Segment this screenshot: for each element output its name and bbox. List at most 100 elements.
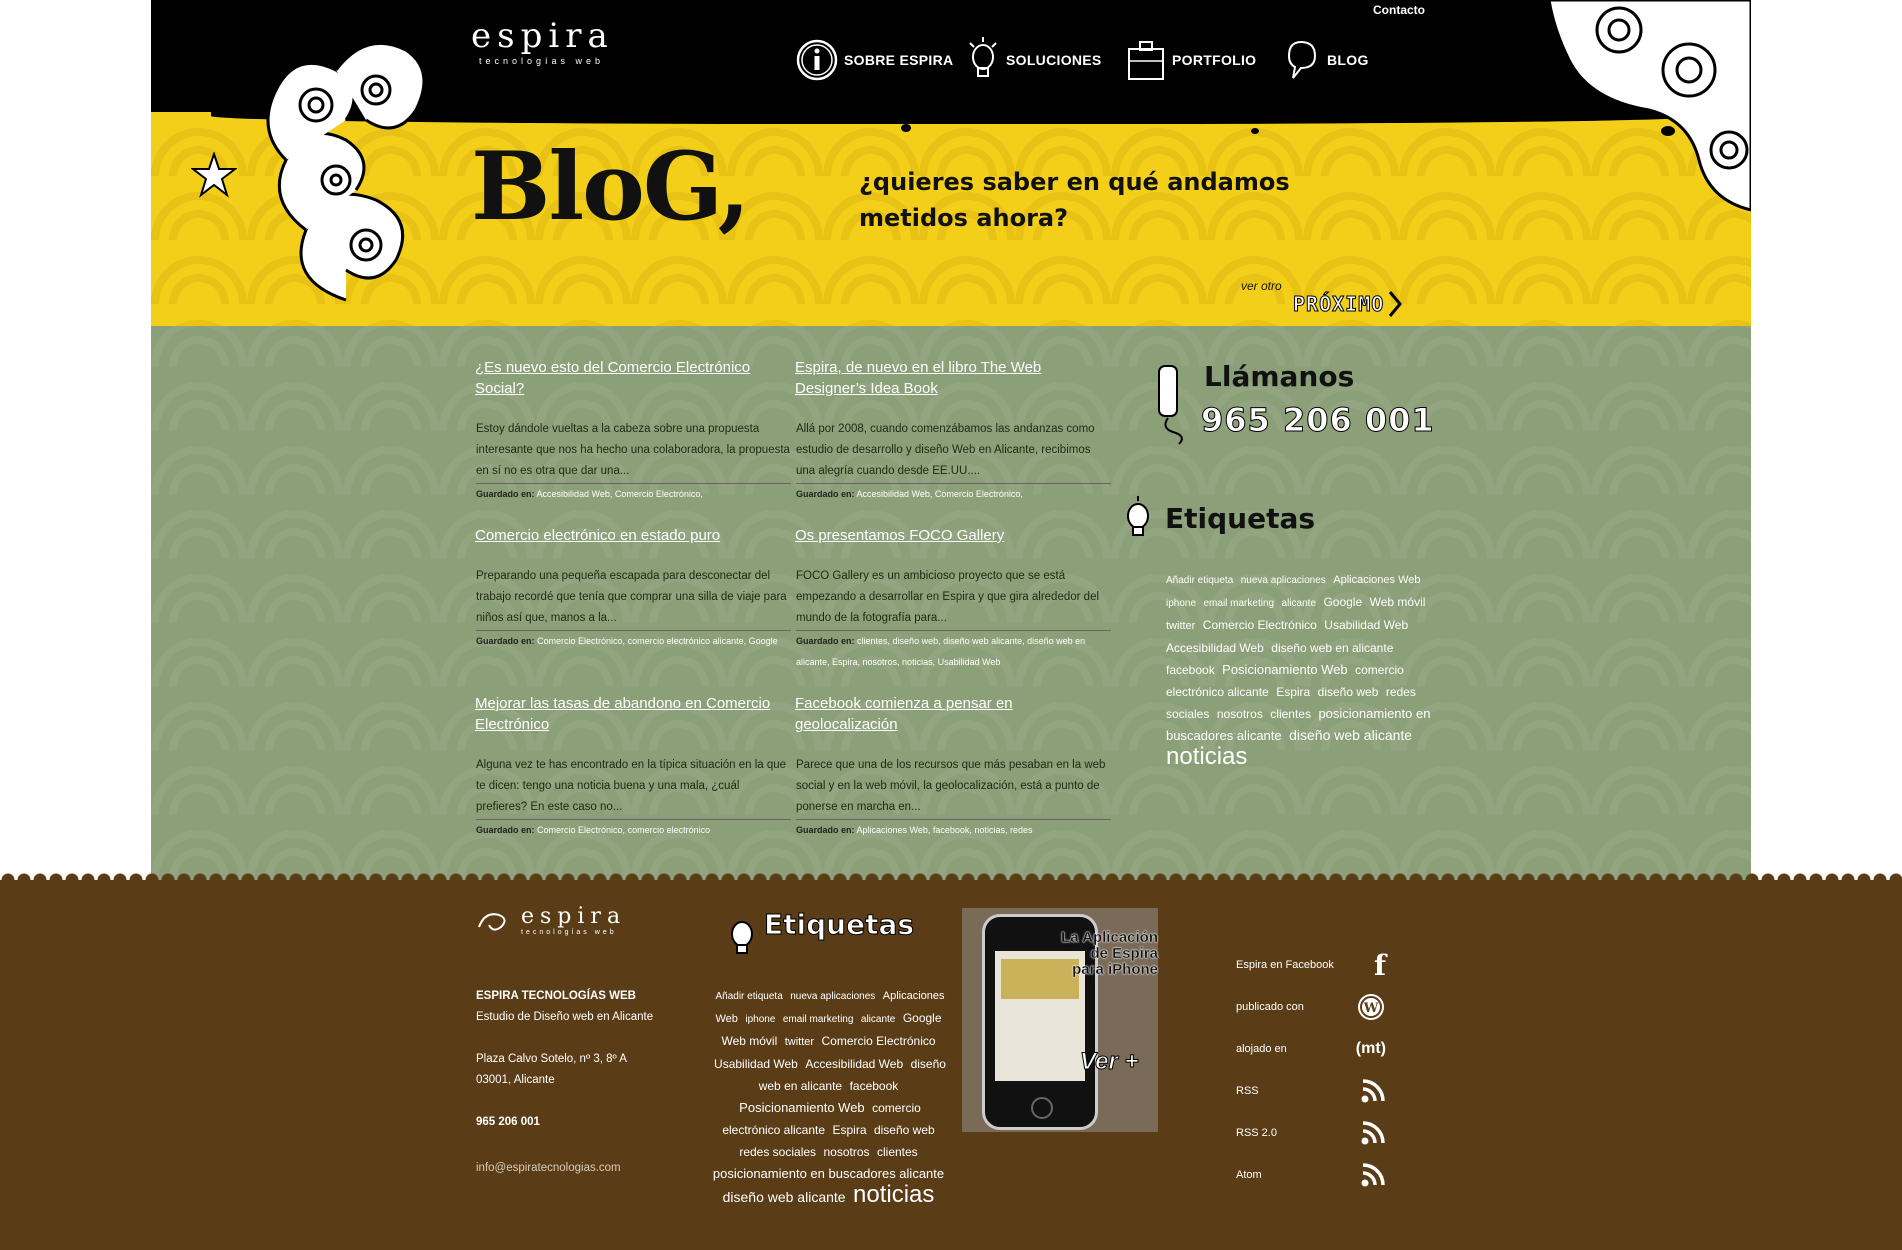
social-atom[interactable]: Atom bbox=[1236, 1155, 1386, 1195]
iphone-home-button bbox=[1031, 1097, 1053, 1119]
tags-label: Guardado en: bbox=[796, 489, 855, 499]
tag-links[interactable]: Comercio Electrónico, comercio electróni… bbox=[537, 636, 778, 646]
tags-label: Guardado en: bbox=[796, 825, 855, 835]
post-title-link[interactable]: Comercio electrónico en estado puro bbox=[475, 525, 785, 546]
post-title-link[interactable]: Espira, de nuevo en el libro The Web Des… bbox=[795, 357, 1105, 399]
tag-link[interactable]: diseño web bbox=[874, 1123, 935, 1137]
nav-sobre-espira[interactable]: SOBRE ESPIRA bbox=[796, 39, 954, 81]
tag-link[interactable]: alicante bbox=[861, 1014, 895, 1025]
post-excerpt: Parece que una de los recursos que más p… bbox=[796, 759, 1106, 813]
nav-label: SOBRE ESPIRA bbox=[844, 52, 954, 68]
post-tags: Guardado en: Comercio Electrónico, comer… bbox=[476, 630, 791, 652]
logo-sub: tecnologías web bbox=[479, 56, 605, 66]
post-excerpt: Preparando una pequeña escapada para des… bbox=[476, 570, 787, 624]
post-title-link[interactable]: ¿Es nuevo esto del Comercio Electrónico … bbox=[475, 357, 785, 399]
tag-link[interactable]: Espira bbox=[833, 1123, 867, 1137]
tag-link[interactable]: Posicionamiento Web bbox=[739, 1100, 865, 1115]
tag-link[interactable]: redes sociales bbox=[739, 1145, 816, 1159]
tag-link[interactable]: diseño web en alicante bbox=[1271, 641, 1393, 655]
tag-link[interactable]: Posicionamiento Web bbox=[1222, 662, 1348, 677]
social-wordpress[interactable]: publicado con W bbox=[1236, 987, 1386, 1027]
app-promo-line: La Aplicación bbox=[1061, 929, 1158, 946]
social-label: RSS 2.0 bbox=[1236, 1127, 1277, 1139]
tag-link[interactable]: iphone bbox=[1166, 598, 1196, 609]
lightbulb-icon bbox=[1127, 496, 1149, 536]
lightbulb-icon bbox=[731, 921, 753, 954]
nav-portfolio[interactable]: PORTFOLIO bbox=[1126, 40, 1256, 80]
post-excerpt: Alguna vez te has encontrado en la típic… bbox=[476, 759, 787, 813]
post-title-link[interactable]: Os presentamos FOCO Gallery bbox=[795, 525, 1105, 546]
tag-link[interactable]: diseño web alicante bbox=[1289, 727, 1412, 743]
tag-link[interactable]: clientes bbox=[1270, 707, 1311, 721]
sidebar-tags-title: Etiquetas bbox=[1165, 502, 1316, 535]
tag-link[interactable]: posicionamiento en buscadores alicante bbox=[713, 1166, 944, 1181]
tag-link[interactable]: diseño web alicante bbox=[723, 1189, 846, 1205]
post-title-link[interactable]: Mejorar las tasas de abandono en Comerci… bbox=[475, 693, 785, 735]
footer-address-2: 03001, Alicante bbox=[476, 1074, 555, 1086]
footer-logo[interactable]: espira tecnologías web bbox=[475, 904, 626, 936]
info-icon bbox=[796, 39, 838, 81]
social-label: alojado en bbox=[1236, 1043, 1287, 1055]
tag-link[interactable]: email marketing bbox=[1203, 598, 1274, 609]
tag-link[interactable]: alicante bbox=[1282, 598, 1316, 609]
tag-link[interactable]: Google bbox=[1323, 595, 1362, 609]
grunge-spot bbox=[901, 124, 911, 132]
social-rss[interactable]: RSS bbox=[1236, 1071, 1386, 1111]
tag-link[interactable]: nueva aplicaciones bbox=[1241, 575, 1326, 586]
tag-link[interactable]: Usabilidad Web bbox=[1324, 618, 1408, 632]
tags-label: Guardado en: bbox=[476, 489, 535, 499]
tag-link[interactable]: nosotros bbox=[824, 1145, 870, 1159]
tag-link[interactable]: noticias bbox=[1166, 743, 1247, 770]
tag-link[interactable]: diseño web bbox=[1318, 685, 1379, 699]
tag-link[interactable]: Comercio Electrónico bbox=[1203, 618, 1317, 632]
footer-email-link[interactable]: info@espiratecnologias.com bbox=[476, 1162, 621, 1174]
tag-links[interactable]: Aplicaciones Web, facebook, noticias, re… bbox=[857, 825, 1033, 835]
social-label: publicado con bbox=[1236, 1001, 1304, 1013]
next-post-link[interactable]: PRÓXIMO bbox=[1292, 290, 1403, 318]
tag-link[interactable]: Añadir etiqueta bbox=[715, 991, 782, 1002]
footer-logo-sub: tecnologías web bbox=[521, 929, 617, 936]
tag-link[interactable]: Google bbox=[903, 1011, 942, 1025]
phone-icon bbox=[1158, 365, 1183, 445]
swirl-decoration bbox=[266, 41, 426, 302]
tag-link[interactable]: Aplicaciones Web bbox=[1333, 574, 1420, 586]
tag-link[interactable]: Accesibilidad Web bbox=[805, 1057, 903, 1071]
call-title: Llámanos bbox=[1204, 360, 1355, 393]
post-title-link[interactable]: Facebook comienza a pensar en geolocaliz… bbox=[795, 693, 1105, 735]
tag-link[interactable]: Añadir etiqueta bbox=[1166, 575, 1233, 586]
social-facebook[interactable]: Espira en Facebook f bbox=[1236, 945, 1386, 985]
tag-link[interactable]: clientes bbox=[877, 1145, 918, 1159]
tag-link[interactable]: noticias bbox=[853, 1181, 934, 1208]
nav-soluciones[interactable]: SOLUCIONES bbox=[966, 37, 1102, 80]
nav-blog[interactable]: BLOG bbox=[1281, 40, 1369, 80]
tag-link[interactable]: twitter bbox=[1166, 620, 1195, 632]
logo-link[interactable]: espira tecnologías web bbox=[471, 18, 614, 66]
tag-link[interactable]: iphone bbox=[745, 1014, 775, 1025]
tag-links[interactable]: Comercio Electrónico, comercio electróni… bbox=[537, 825, 710, 835]
tag-link[interactable]: Comercio Electrónico bbox=[822, 1034, 936, 1048]
tag-link[interactable]: email marketing bbox=[783, 1014, 854, 1025]
tag-link[interactable]: Espira bbox=[1276, 685, 1310, 699]
tag-links[interactable]: Accesibilidad Web, Comercio Electrónico, bbox=[857, 489, 1023, 499]
grunge-spot bbox=[1251, 128, 1259, 134]
footer-logo-main: espira bbox=[521, 904, 627, 929]
tag-link[interactable]: Web móvil bbox=[721, 1034, 777, 1048]
tag-link[interactable]: facebook bbox=[850, 1079, 899, 1093]
tag-link[interactable]: nueva aplicaciones bbox=[790, 991, 875, 1002]
app-promo-cta: Ver + bbox=[1080, 1048, 1139, 1076]
iphone-app-promo[interactable]: La Aplicación de Espira para iPhone Ver … bbox=[962, 908, 1158, 1132]
contact-link[interactable]: Contacto bbox=[1373, 3, 1425, 17]
tag-links[interactable]: Accesibilidad Web, Comercio Electrónico, bbox=[537, 489, 703, 499]
footer-tag-cloud: Añadir etiqueta nueva aplicaciones Aplic… bbox=[712, 984, 948, 1208]
tag-link[interactable]: facebook bbox=[1166, 663, 1215, 677]
tag-link[interactable]: twitter bbox=[785, 1036, 814, 1048]
nav-label: BLOG bbox=[1327, 52, 1369, 68]
social-mediatemple[interactable]: alojado en (mt) bbox=[1236, 1029, 1386, 1069]
tag-link[interactable]: Web móvil bbox=[1370, 595, 1426, 609]
tag-link[interactable]: Accesibilidad Web bbox=[1166, 641, 1264, 655]
footer-phone: 965 206 001 bbox=[476, 1116, 540, 1128]
hero-tagline: ¿quieres saber en qué andamos metidos ah… bbox=[859, 164, 1290, 236]
tag-link[interactable]: Usabilidad Web bbox=[714, 1057, 798, 1071]
social-rss2[interactable]: RSS 2.0 bbox=[1236, 1113, 1386, 1153]
tag-link[interactable]: nosotros bbox=[1217, 707, 1263, 721]
